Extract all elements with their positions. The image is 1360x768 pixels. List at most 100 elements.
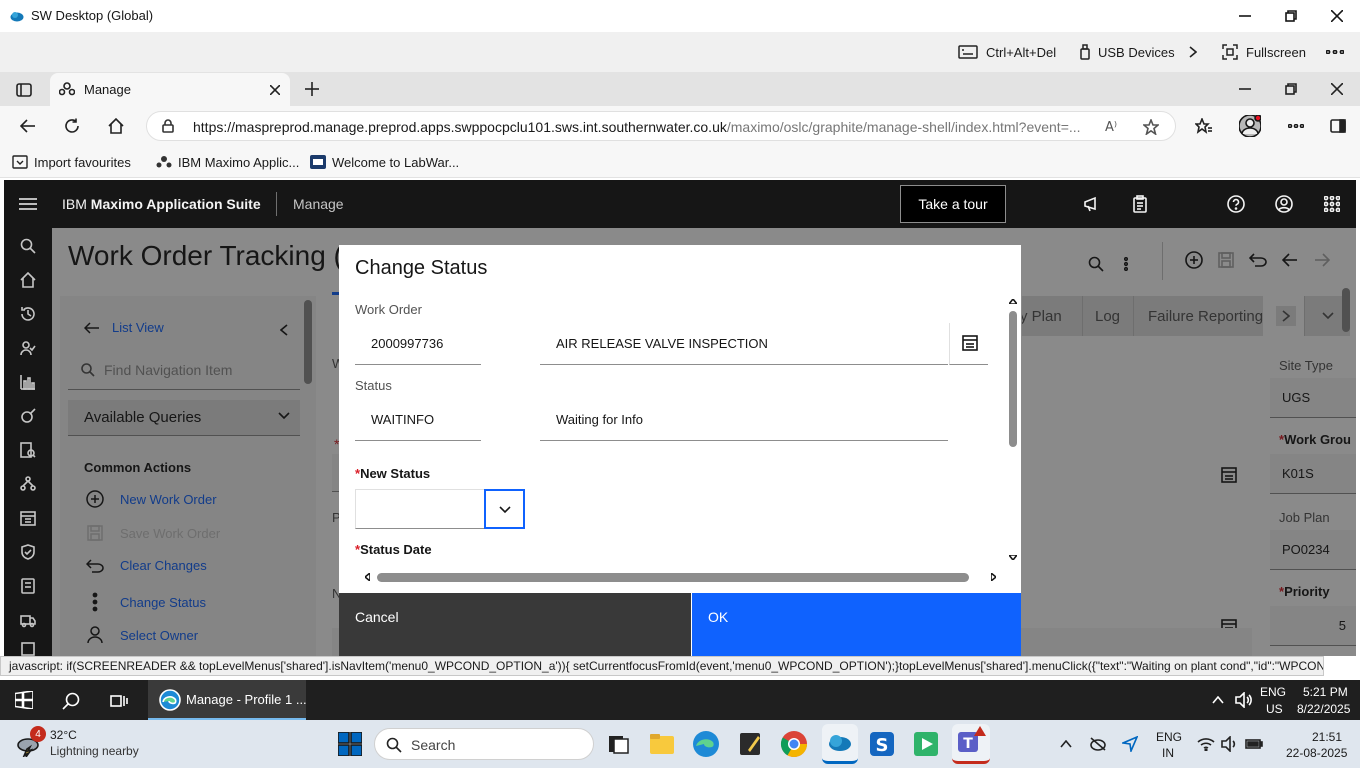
battery-icon[interactable]: [1244, 734, 1264, 754]
history-icon[interactable]: [18, 304, 38, 324]
shield-check-icon[interactable]: [18, 542, 38, 562]
maximo-header: IBM Maximo Application Suite Manage Take…: [4, 180, 1356, 228]
app-name[interactable]: Manage: [293, 196, 344, 212]
refresh-icon[interactable]: [60, 114, 84, 138]
read-aloud-icon[interactable]: A⁾: [1101, 117, 1121, 137]
hamburger-menu-icon[interactable]: [18, 194, 38, 214]
windows-start-icon[interactable]: [14, 690, 34, 710]
tab-actions-icon[interactable]: [14, 80, 34, 100]
profile-avatar[interactable]: [1238, 114, 1262, 138]
show-hidden-icons[interactable]: [1058, 736, 1074, 752]
network-icon[interactable]: [18, 474, 38, 494]
clipboard-icon[interactable]: [1130, 194, 1150, 214]
announcement-icon[interactable]: [1082, 194, 1102, 214]
scroll-up-icon[interactable]: [1007, 295, 1019, 307]
lock-icon[interactable]: [161, 118, 175, 134]
status-description-field[interactable]: Waiting for Info: [540, 399, 948, 441]
new-status-dropdown-button[interactable]: [484, 489, 525, 529]
cloud-offline-icon[interactable]: [1088, 734, 1108, 754]
taskbar-search-box[interactable]: Search: [374, 728, 594, 760]
back-icon[interactable]: [16, 114, 40, 138]
inventory-icon[interactable]: [18, 576, 38, 596]
browser-tab-manage[interactable]: Manage: [50, 73, 290, 106]
media-player-icon[interactable]: [910, 728, 942, 760]
volume-icon[interactable]: [1234, 690, 1254, 710]
close-tab-icon[interactable]: [266, 81, 284, 99]
status-field[interactable]: WAITINFO: [355, 399, 481, 441]
taskbar-app-manage[interactable]: Manage - Profile 1 ...: [148, 680, 307, 720]
maximo-favicon-icon: [156, 155, 172, 169]
url-text[interactable]: https://maspreprod.manage.preprod.apps.s…: [193, 119, 1093, 135]
dialog-horizontal-scrollbar[interactable]: [377, 573, 969, 582]
truck-icon[interactable]: [18, 610, 38, 630]
ctrl-alt-del-button[interactable]: Ctrl+Alt+Del: [958, 32, 1056, 72]
browser-restore-icon[interactable]: [1280, 80, 1302, 98]
taskbar-search-icon[interactable]: [60, 690, 82, 712]
windows-start-icon[interactable]: [336, 730, 364, 758]
favorites-icon[interactable]: [1192, 114, 1216, 138]
browser-close-icon[interactable]: [1326, 80, 1348, 98]
restore-icon[interactable]: [1276, 6, 1306, 26]
minimize-icon[interactable]: [1230, 6, 1260, 26]
ok-button[interactable]: OK: [692, 593, 1021, 656]
remote-taskbar: Manage - Profile 1 ... ENG US 5:21 PM 8/…: [0, 680, 1360, 720]
sidebar-toggle-icon[interactable]: [1326, 114, 1350, 138]
chart-bar-icon[interactable]: [18, 372, 38, 392]
take-a-tour-button[interactable]: Take a tour: [900, 185, 1006, 223]
show-hidden-icons[interactable]: [1210, 692, 1226, 708]
calendar-icon[interactable]: [18, 508, 38, 528]
scroll-right-icon[interactable]: [987, 571, 999, 583]
home-rail-icon[interactable]: [18, 270, 38, 290]
task-view-icon[interactable]: [108, 690, 130, 712]
remote-window-title: SW Desktop (Global): [31, 8, 154, 23]
settings-more-icon[interactable]: [1284, 114, 1308, 138]
dialog-vertical-scrollbar[interactable]: [1009, 311, 1017, 447]
scroll-left-icon[interactable]: [361, 571, 373, 583]
favorite-star-icon[interactable]: [1141, 117, 1161, 137]
edge-browser-icon[interactable]: [690, 728, 722, 760]
address-bar[interactable]: https://maspreprod.manage.preprod.apps.s…: [146, 111, 1176, 141]
help-icon[interactable]: [1226, 194, 1246, 214]
favorite-labware[interactable]: Welcome to LabWar...: [310, 146, 459, 178]
more-icon[interactable]: [1322, 42, 1348, 62]
wifi-icon[interactable]: [1196, 734, 1216, 754]
chevron-right-icon[interactable]: [1184, 42, 1202, 62]
location-arrow-icon[interactable]: [1120, 734, 1140, 754]
file-explorer-icon[interactable]: [646, 728, 678, 760]
chevron-down-icon: [495, 500, 515, 520]
notepad-icon[interactable]: [734, 728, 766, 760]
usb-devices-button[interactable]: USB Devices: [1080, 32, 1175, 72]
svg-text:S: S: [876, 735, 889, 756]
work-order-detail-button[interactable]: [949, 323, 988, 365]
usb-icon: [1080, 44, 1090, 60]
close-icon[interactable]: [1322, 6, 1352, 26]
user-check-icon[interactable]: [18, 338, 38, 358]
favorite-ibm-maximo[interactable]: IBM Maximo Applic...: [156, 146, 299, 178]
teams-icon[interactable]: T: [952, 724, 990, 764]
more-rail-icon[interactable]: [18, 642, 38, 656]
favorite-import[interactable]: Import favourites: [12, 146, 131, 178]
new-status-input[interactable]: [355, 489, 485, 529]
search-icon[interactable]: [18, 236, 38, 256]
weather-widget[interactable]: 4: [14, 726, 46, 760]
remote-desktop-app-icon[interactable]: [822, 724, 858, 764]
document-search-icon[interactable]: [18, 440, 38, 460]
user-profile-icon[interactable]: [1274, 194, 1294, 214]
app-switcher-icon[interactable]: [1322, 194, 1342, 214]
volume-icon[interactable]: [1220, 734, 1240, 754]
browser-minimize-icon[interactable]: [1234, 80, 1256, 98]
search-icon: [385, 736, 403, 754]
fullscreen-button[interactable]: Fullscreen: [1222, 32, 1306, 72]
product-name[interactable]: IBM Maximo Application Suite: [62, 196, 261, 212]
chrome-icon[interactable]: [778, 728, 810, 760]
scroll-down-icon[interactable]: [1007, 551, 1019, 563]
new-tab-icon[interactable]: [302, 79, 322, 99]
satellite-icon[interactable]: [18, 406, 38, 426]
s-app-icon[interactable]: S: [866, 728, 898, 760]
home-icon[interactable]: [104, 114, 128, 138]
task-view-icon[interactable]: [602, 728, 634, 760]
favorites-bar: Import favourites IBM Maximo Applic... W…: [0, 146, 1360, 178]
work-order-description-field[interactable]: AIR RELEASE VALVE INSPECTION: [540, 323, 948, 365]
cancel-button[interactable]: Cancel: [339, 593, 691, 656]
work-order-field[interactable]: 2000997736: [355, 323, 481, 365]
